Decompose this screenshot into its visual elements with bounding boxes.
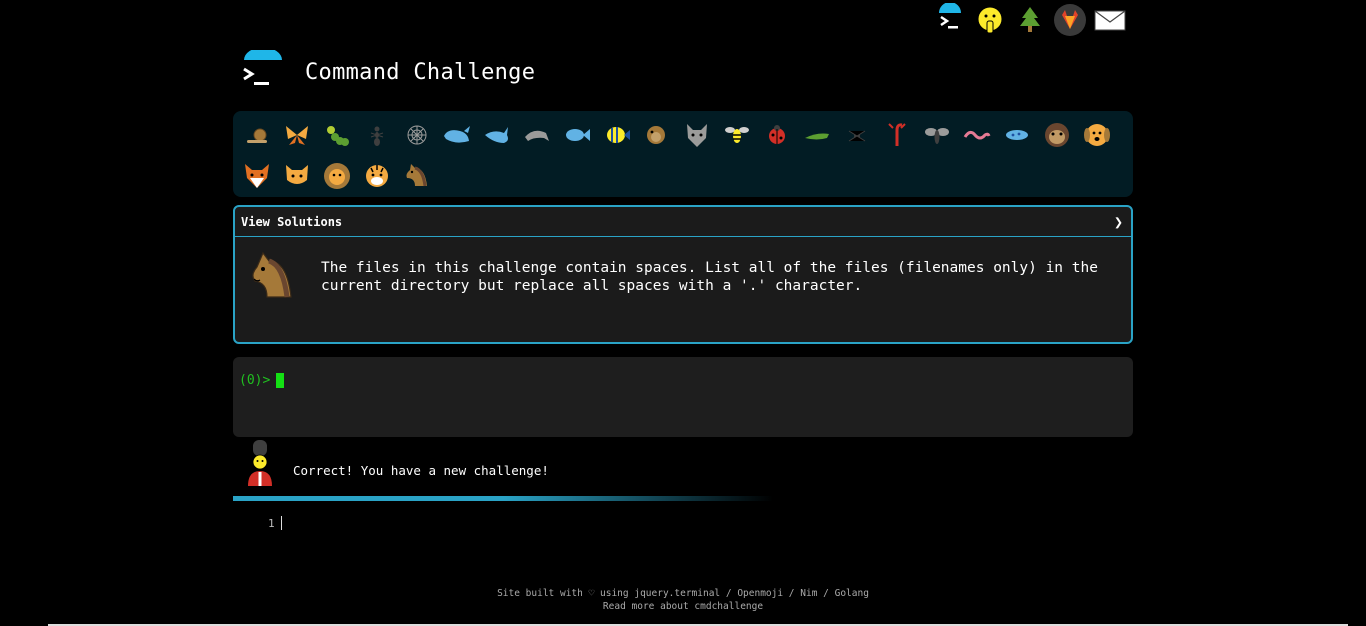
spider-icon[interactable] (837, 115, 877, 155)
result-message-row: Correct! You have a new challenge! (240, 438, 549, 492)
shark-icon[interactable] (477, 115, 517, 155)
challenge-animals-panel (233, 111, 1133, 197)
blowfish-icon[interactable] (637, 115, 677, 155)
wolf-icon[interactable] (677, 115, 717, 155)
horse-icon[interactable] (397, 156, 437, 196)
page-title: Command Challenge (305, 60, 536, 85)
terminal-prompt: (0)> (239, 373, 271, 388)
gitlab-icon[interactable] (1052, 2, 1088, 38)
ladybug-icon[interactable] (757, 115, 797, 155)
chevron-right-icon: ❯ (1113, 212, 1123, 231)
result-message: Correct! You have a new challenge! (293, 462, 549, 478)
cricket-icon[interactable] (797, 115, 837, 155)
ant-icon[interactable] (357, 115, 397, 155)
spider-web-icon[interactable] (397, 115, 437, 155)
line-number: 1 (268, 516, 275, 530)
footer-link-golang[interactable]: Golang (835, 588, 869, 599)
cmdchallenge-logo-icon (240, 47, 284, 90)
lion-icon[interactable] (317, 156, 357, 196)
tropical-fish-icon[interactable] (597, 115, 637, 155)
snail-icon[interactable] (237, 115, 277, 155)
microbe-icon[interactable] (997, 115, 1037, 155)
scorpion-icon[interactable] (877, 115, 917, 155)
terminal-icon[interactable] (932, 2, 968, 38)
footer-separator: / (817, 588, 835, 599)
dolphin-icon[interactable] (517, 115, 557, 155)
fish-icon[interactable] (557, 115, 597, 155)
editor-caret (280, 516, 282, 530)
envelope-icon[interactable] (1092, 2, 1128, 38)
view-solutions-toggle[interactable]: View Solutions ❯ (235, 207, 1131, 237)
guard-icon (240, 438, 278, 492)
whale-icon[interactable] (437, 115, 477, 155)
bee-icon[interactable] (717, 115, 757, 155)
footer-link-jquery-terminal[interactable]: jquery.terminal (634, 588, 720, 599)
footer-read-more-link[interactable]: Read more about cmdchallenge (0, 600, 1366, 613)
progress-bar (233, 496, 773, 501)
monkey-icon[interactable] (1037, 115, 1077, 155)
footer: Site built with ♡ using jquery.terminal … (0, 587, 1366, 613)
page-header: Command Challenge (240, 47, 536, 90)
caterpillar-icon[interactable] (317, 115, 357, 155)
footer-prefix: Site built with ♡ using (497, 588, 635, 599)
terminal-cursor (276, 373, 285, 388)
fox-icon[interactable] (237, 156, 277, 196)
top-icon-bar (932, 2, 1128, 38)
footer-separator: / (783, 588, 801, 599)
footer-credits: Site built with ♡ using jquery.terminal … (0, 587, 1366, 600)
tiger-icon[interactable] (357, 156, 397, 196)
cat-icon[interactable] (277, 156, 317, 196)
shush-face-icon[interactable] (972, 2, 1008, 38)
view-solutions-label: View Solutions (241, 214, 343, 229)
challenge-description: The files in this challenge contain spac… (321, 260, 1098, 294)
footer-separator: / (720, 588, 738, 599)
footer-link-nim[interactable]: Nim (800, 588, 817, 599)
mosquito-icon[interactable] (917, 115, 957, 155)
butterfly-icon[interactable] (277, 115, 317, 155)
horse-icon (245, 247, 301, 307)
tree-icon[interactable] (1012, 2, 1048, 38)
page: Command Challenge View Solutions ❯ The f… (0, 0, 1366, 626)
history-editor[interactable]: 1 (268, 516, 282, 530)
challenge-body: The files in this challenge contain spac… (235, 237, 1131, 307)
terminal-input[interactable]: (0)> (233, 357, 1133, 437)
dog-icon[interactable] (1077, 115, 1117, 155)
challenge-box: View Solutions ❯ The files in this chall… (233, 205, 1133, 344)
worm-icon[interactable] (957, 115, 997, 155)
footer-link-openmoji[interactable]: Openmoji (737, 588, 783, 599)
